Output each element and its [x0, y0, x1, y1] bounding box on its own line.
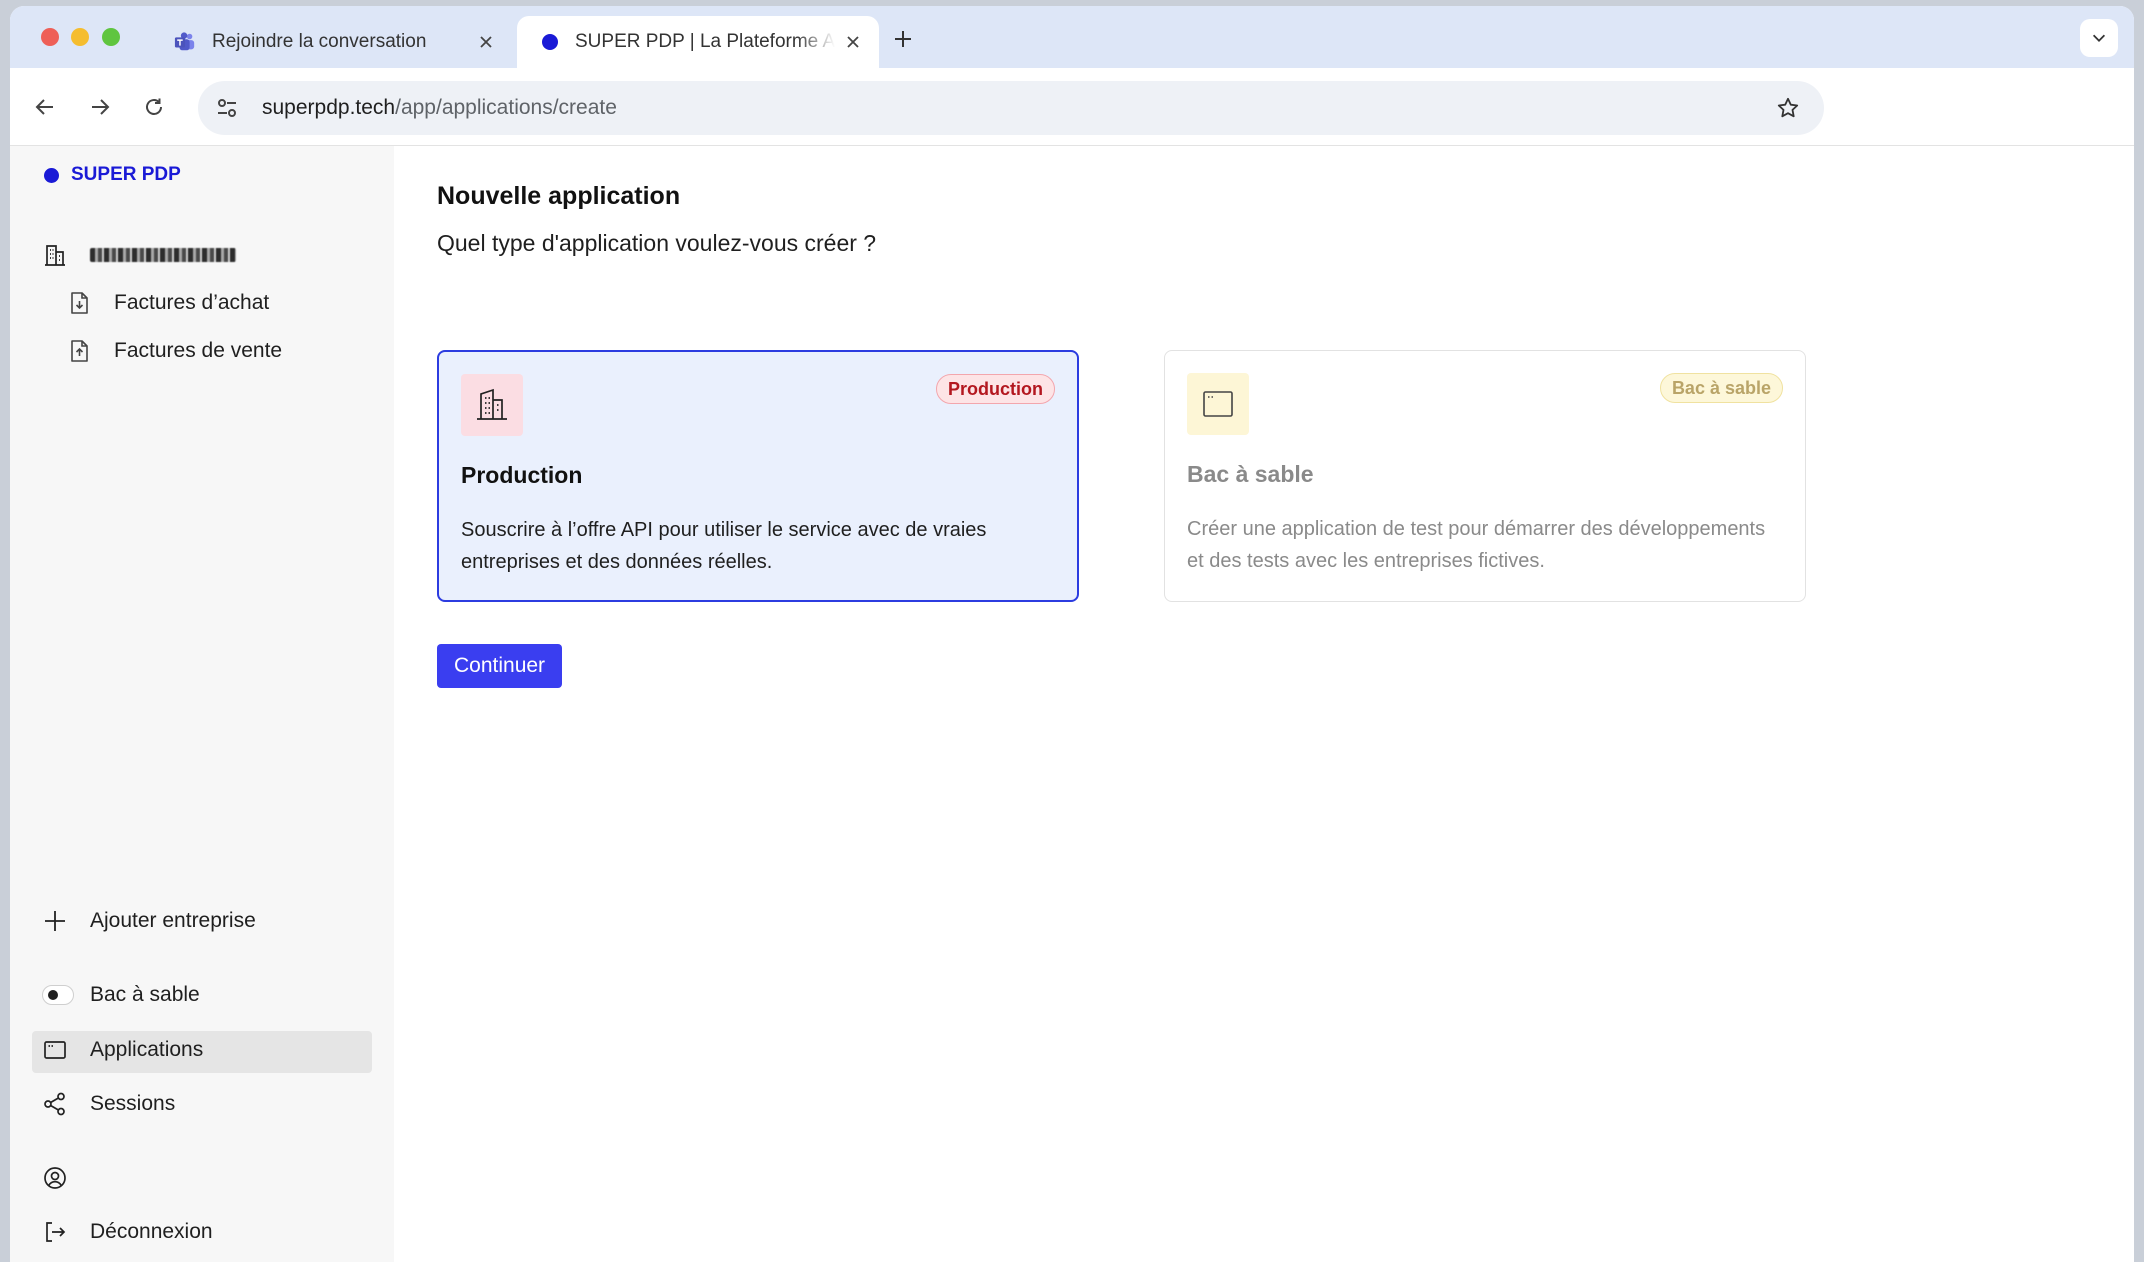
forward-arrow-icon[interactable] [88, 95, 112, 119]
card-description: Créer une application de test pour démar… [1187, 518, 1766, 572]
invoice-upload-icon [71, 340, 88, 362]
add-company-label: Ajouter entreprise [90, 909, 256, 932]
url-path: /app/applications/create [395, 96, 617, 119]
tab-title: Rejoindre la conversation [212, 31, 427, 52]
tab-superpdp[interactable]: SUPER PDP | La Plateforme Agréée [517, 16, 879, 68]
main-content: Nouvelle application Quel type d'applica… [394, 146, 2134, 1262]
card-title: Production [461, 462, 583, 488]
tab-title: SUPER PDP | La Plateforme Agréée [575, 31, 835, 52]
sidebar-item-applications[interactable]: Applications [42, 1037, 203, 1063]
production-badge: Production [936, 374, 1055, 404]
maximize-window-button[interactable] [102, 28, 120, 46]
sidebar: SUPER PDP Factures d’achat Factures de v… [10, 146, 394, 1262]
tab-teams[interactable]: Rejoindre la conversation [160, 16, 512, 68]
window-icon [1203, 391, 1233, 417]
sidebar-item-label: Factures de vente [114, 339, 283, 362]
superpdp-dot-icon [542, 34, 558, 50]
teams-icon [174, 32, 195, 51]
browser-toolbar: superpdp.tech/app/applications/create [10, 68, 2134, 146]
url-text[interactable]: superpdp.tech/app/applications/create [262, 96, 617, 120]
brand-logo[interactable]: SUPER PDP [44, 164, 181, 186]
card-description: Souscrire à l’offre API pour utiliser le… [461, 519, 987, 573]
share-icon [44, 1092, 65, 1116]
brand-name: SUPER PDP [71, 164, 181, 185]
minimize-window-button[interactable] [71, 28, 89, 46]
sandbox-toggle-label: Bac à sable [90, 983, 200, 1006]
logout-button[interactable]: Déconnexion [42, 1219, 213, 1245]
browser-window: Rejoindre la conversation SUPER PDP | La… [10, 6, 2134, 1262]
reload-icon[interactable] [142, 95, 166, 119]
close-window-button[interactable] [41, 28, 59, 46]
page-subtitle: Quel type d'application voulez-vous crée… [437, 230, 877, 256]
site-settings-icon[interactable] [214, 95, 240, 121]
sidebar-item-label: Sessions [90, 1092, 176, 1115]
sidebar-item-label: Applications [90, 1038, 204, 1061]
invoice-download-icon [71, 292, 88, 314]
company-name-redacted [90, 248, 236, 262]
tab-search-button[interactable] [2080, 19, 2118, 57]
user-circle-icon [44, 1167, 66, 1189]
sandbox-toggle[interactable] [42, 985, 74, 1005]
building-icon [477, 388, 507, 420]
back-arrow-icon[interactable] [33, 95, 57, 119]
sandbox-toggle-row[interactable]: Bac à sable [42, 983, 200, 1007]
add-company-button[interactable]: Ajouter entreprise [42, 908, 256, 934]
sidebar-item-sessions[interactable]: Sessions [42, 1091, 175, 1117]
close-icon[interactable] [843, 32, 863, 52]
continue-button[interactable]: Continuer [437, 644, 563, 688]
building-icon [45, 245, 65, 266]
logout-label: Déconnexion [90, 1220, 213, 1243]
logout-icon [46, 1222, 66, 1242]
sidebar-item-purchase-invoices[interactable]: Factures d’achat [66, 290, 269, 316]
new-tab-plus-icon[interactable] [893, 29, 913, 49]
sidebar-item-label: Factures d’achat [114, 291, 270, 314]
bookmark-star-icon[interactable] [1776, 96, 1800, 120]
card-icon-box [461, 374, 523, 436]
card-icon-box [1187, 373, 1249, 435]
card-title: Bac à sable [1187, 461, 1314, 487]
tab-strip: Rejoindre la conversation SUPER PDP | La… [10, 6, 2134, 68]
app-window-icon [44, 1041, 66, 1059]
sandbox-badge: Bac à sable [1659, 373, 1783, 403]
toggle-knob [48, 990, 58, 1000]
url-host: superpdp.tech [262, 96, 396, 119]
account-button[interactable] [42, 1165, 68, 1191]
address-bar[interactable]: superpdp.tech/app/applications/create [198, 81, 1824, 135]
chevron-down-icon [2092, 34, 2106, 42]
plus-icon [45, 911, 65, 931]
page-title: Nouvelle application [437, 182, 681, 210]
sandbox-option-card[interactable]: Bac à sable Bac à sable Créer une applic… [1164, 350, 1806, 602]
brand-dot-icon [44, 167, 59, 183]
sidebar-item-sales-invoices[interactable]: Factures de vente [66, 338, 282, 364]
close-icon[interactable] [476, 32, 496, 52]
company-selector[interactable] [42, 242, 236, 268]
production-option-card[interactable]: Production Production Souscrire à l’offr… [437, 350, 1079, 602]
